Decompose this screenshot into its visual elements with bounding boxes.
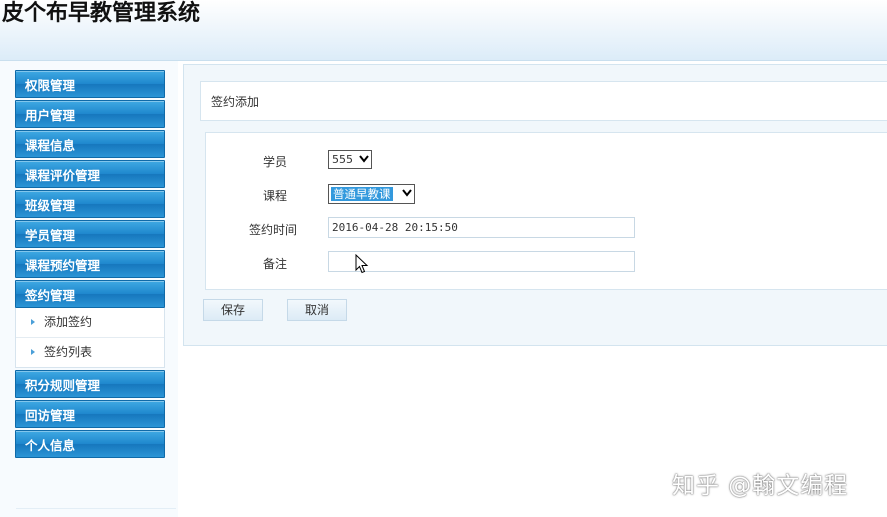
- course-select[interactable]: 普通早教课: [328, 184, 415, 204]
- chevron-down-icon: [359, 155, 369, 163]
- app-title: 皮个布早教管理系统: [2, 1, 201, 26]
- sidebar-item-points-rules[interactable]: 积分规则管理: [15, 370, 165, 398]
- student-select-value: 555: [332, 153, 353, 166]
- watermark: 知乎 @翰文编程: [672, 473, 849, 499]
- submenu-item-add-contract[interactable]: 添加签约: [16, 308, 164, 338]
- submenu-item-label: 签约列表: [44, 345, 93, 359]
- contracts-submenu: 添加签约 签约列表: [15, 308, 165, 368]
- sidebar-item-course-booking[interactable]: 课程预约管理: [15, 250, 165, 278]
- contract-time-label: 签约时间: [248, 223, 297, 237]
- course-select-value: 普通早教课: [331, 187, 393, 201]
- submenu-item-contract-list[interactable]: 签约列表: [16, 338, 164, 367]
- student-label: 学员: [262, 155, 287, 169]
- chevron-down-icon: [402, 189, 412, 197]
- course-label: 课程: [262, 189, 287, 203]
- triangle-right-icon: [31, 349, 35, 355]
- sidebar: 权限管理 用户管理 课程信息 课程评价管理 班级管理 学员管理 课程预约管理 签…: [0, 61, 178, 517]
- triangle-right-icon: [31, 319, 35, 325]
- sidebar-item-profile[interactable]: 个人信息: [15, 430, 165, 458]
- sidebar-item-classes[interactable]: 班级管理: [15, 190, 165, 218]
- sidebar-menu: 权限管理 用户管理 课程信息 课程评价管理 班级管理 学员管理 课程预约管理 签…: [15, 70, 165, 460]
- app-header: 皮个布早教管理系统: [0, 0, 887, 61]
- sidebar-item-contracts[interactable]: 签约管理: [15, 280, 165, 308]
- save-button[interactable]: 保存: [203, 299, 263, 321]
- mouse-cursor-icon: [355, 254, 369, 274]
- sidebar-item-courses[interactable]: 课程信息: [15, 130, 165, 158]
- sidebar-divider: [16, 508, 176, 509]
- sidebar-item-students[interactable]: 学员管理: [15, 220, 165, 248]
- submenu-item-label: 添加签约: [44, 315, 93, 329]
- note-input[interactable]: [328, 251, 635, 272]
- sidebar-item-follow-up[interactable]: 回访管理: [15, 400, 165, 428]
- sidebar-item-course-reviews[interactable]: 课程评价管理: [15, 160, 165, 188]
- contract-time-input[interactable]: 2016-04-28 20:15:50: [328, 217, 635, 238]
- student-select[interactable]: 555: [328, 150, 372, 169]
- sidebar-item-permissions[interactable]: 权限管理: [15, 70, 165, 98]
- contract-form: 学员 555 课程 普通早教课 签约时间 2016-04-28 20:15:50…: [205, 132, 887, 290]
- cancel-button[interactable]: 取消: [287, 299, 347, 321]
- sidebar-item-users[interactable]: 用户管理: [15, 100, 165, 128]
- page-title: 签约添加: [200, 81, 887, 121]
- note-label: 备注: [262, 257, 287, 271]
